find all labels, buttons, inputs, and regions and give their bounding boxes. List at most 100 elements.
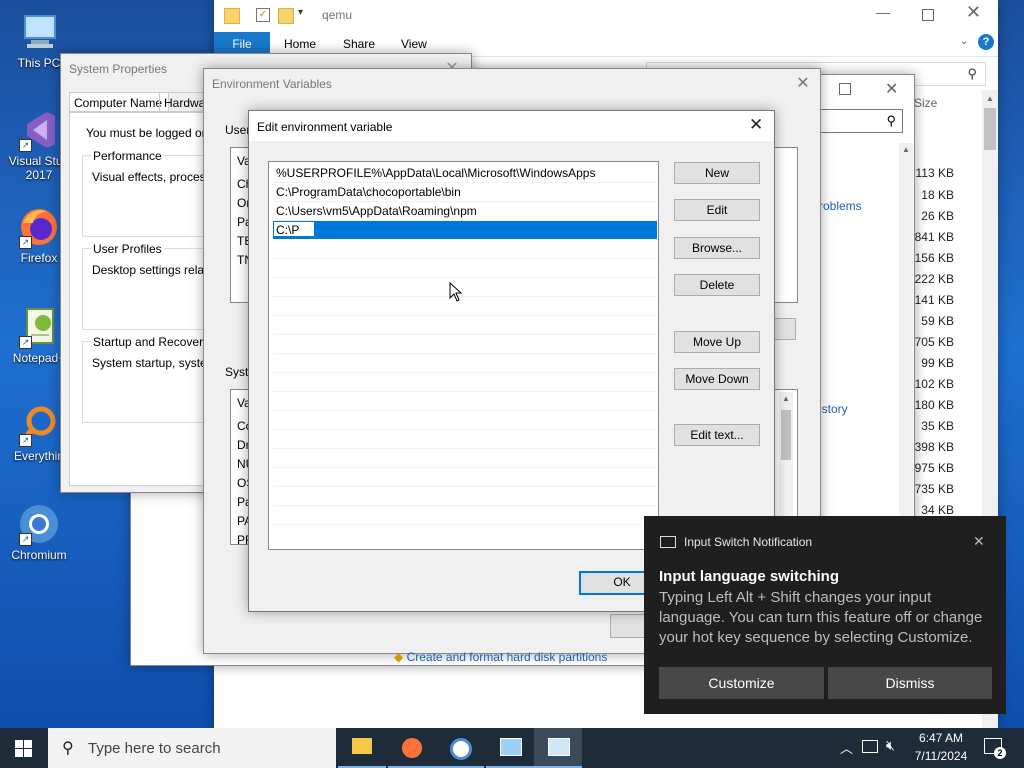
- maximize-icon[interactable]: [839, 83, 851, 95]
- move-up-button[interactable]: Move Up: [674, 331, 760, 353]
- new-button[interactable]: New: [674, 162, 760, 184]
- keyboard-icon: [660, 536, 676, 548]
- firefox-icon: ↗: [17, 205, 61, 249]
- row-divider: [273, 448, 657, 449]
- minimize-icon[interactable]: —: [876, 4, 890, 20]
- explorer-title: qemu: [322, 8, 353, 22]
- close-icon[interactable]: ✕: [885, 79, 898, 99]
- row-divider: [273, 372, 657, 373]
- row-divider: [273, 391, 657, 392]
- chevron-up-icon[interactable]: ︿: [840, 738, 853, 757]
- group-title: User Profiles: [91, 242, 164, 256]
- close-icon[interactable]: ✕: [788, 69, 818, 99]
- tab-home[interactable]: Home: [284, 37, 316, 51]
- system-variables-label: Syst: [225, 365, 249, 379]
- taskbar-search-box[interactable]: ⚲ Type here to search: [48, 728, 336, 768]
- scroll-thumb[interactable]: [781, 410, 791, 460]
- search-icon: ⚲: [967, 66, 977, 81]
- close-icon[interactable]: ✕: [973, 533, 985, 550]
- taskbar-control-panel[interactable]: [486, 728, 534, 768]
- taskbar-file-explorer[interactable]: [338, 728, 386, 768]
- list-item[interactable]: %USERPROFILE%\AppData\Local\Microsoft\Wi…: [273, 164, 657, 183]
- shortcut-arrow-icon: ↗: [19, 236, 32, 249]
- search-icon: ⚲: [62, 740, 74, 757]
- start-button[interactable]: [0, 728, 48, 768]
- entry-edit-input[interactable]: C:\P: [273, 221, 315, 237]
- tab-computer-name[interactable]: Computer Name: [69, 92, 169, 112]
- desktop-icon-chromium[interactable]: ↗ Chromium: [2, 502, 76, 562]
- scroll-up-icon[interactable]: ▲: [986, 94, 994, 103]
- maximize-icon[interactable]: [922, 9, 934, 21]
- selected-list-item[interactable]: C:\P: [273, 221, 657, 239]
- edit-button[interactable]: Edit: [674, 199, 760, 221]
- partition-link[interactable]: ◆ Create and format hard disk partitions: [394, 650, 607, 664]
- taskbar: ⚲ Type here to search ︿ 🔇︎ 6:47 AM 7/11/…: [0, 728, 1024, 768]
- quick-access-dropdown-icon[interactable]: ▾: [298, 7, 303, 18]
- computer-icon: [17, 10, 61, 54]
- mouse-cursor-icon: [449, 282, 463, 302]
- list-item[interactable]: C:\ProgramData\chocoportable\bin: [273, 183, 657, 202]
- group-description: Visual effects, processo: [92, 170, 219, 184]
- new-folder-icon[interactable]: [278, 8, 294, 24]
- search-box[interactable]: ⚲: [815, 109, 903, 133]
- group-title: Startup and Recovery: [91, 335, 212, 349]
- group-description: Desktop settings related: [92, 263, 221, 277]
- delete-button[interactable]: Delete: [674, 274, 760, 296]
- group-title: Performance: [91, 149, 164, 163]
- list-item[interactable]: C:\Users\vm5\AppData\Roaming\npm: [273, 202, 657, 221]
- taskbar-system-properties[interactable]: [534, 728, 582, 768]
- notification-source: Input Switch Notification: [684, 535, 813, 549]
- column-header-size[interactable]: Size: [914, 96, 937, 110]
- visual-studio-icon: ↗: [17, 108, 61, 152]
- row-divider: [273, 429, 657, 430]
- search-placeholder: Type here to search: [88, 740, 221, 757]
- chevron-down-icon[interactable]: ⌄: [960, 36, 968, 47]
- row-divider: [273, 524, 657, 525]
- customize-button[interactable]: Customize: [659, 667, 824, 699]
- notification-heading: Input language switching: [659, 568, 839, 585]
- shield-icon: ◆: [394, 650, 404, 664]
- properties-icon[interactable]: ✓: [256, 8, 270, 22]
- control-panel-icon: [500, 738, 522, 756]
- scroll-up-icon[interactable]: ▲: [902, 145, 910, 154]
- chromium-icon: [450, 738, 472, 760]
- row-divider: [273, 353, 657, 354]
- system-properties-icon: [548, 738, 570, 756]
- scroll-thumb[interactable]: [984, 108, 996, 150]
- partition-link-text: Create and format hard disk partitions: [406, 650, 608, 664]
- dismiss-button[interactable]: Dismiss: [828, 667, 992, 699]
- close-icon[interactable]: ✕: [749, 115, 763, 135]
- explorer-titlebar: ✓ ▾ qemu — ✕: [214, 0, 998, 32]
- tab-view[interactable]: View: [401, 37, 427, 51]
- path-entries-list[interactable]: %USERPROFILE%\AppData\Local\Microsoft\Wi…: [268, 161, 659, 550]
- clock-time[interactable]: 6:47 AM: [908, 731, 974, 745]
- close-icon[interactable]: ✕: [966, 2, 981, 23]
- move-down-button[interactable]: Move Down: [674, 368, 760, 390]
- browse-button[interactable]: Browse...: [674, 237, 760, 259]
- volume-muted-icon[interactable]: 🔇︎: [886, 737, 895, 754]
- link-problems[interactable]: roblems: [819, 199, 862, 213]
- shortcut-arrow-icon: ↗: [19, 336, 32, 349]
- link-history[interactable]: istory: [819, 402, 848, 416]
- clock-date[interactable]: 7/11/2024: [908, 749, 974, 763]
- notepad-icon: ↗: [17, 305, 61, 349]
- dialog-title: Edit environment variable: [257, 120, 393, 134]
- row-divider: [273, 296, 657, 297]
- network-icon[interactable]: [862, 740, 878, 753]
- notification-count-badge: 2: [994, 747, 1006, 759]
- row-divider: [273, 410, 657, 411]
- folder-icon: [224, 8, 240, 24]
- dialog-titlebar: Edit environment variable ✕: [249, 111, 774, 141]
- row-divider: [273, 315, 657, 316]
- taskbar-firefox[interactable]: [388, 728, 436, 768]
- windows-logo-icon: [15, 740, 32, 757]
- everything-icon: ↗: [17, 403, 61, 447]
- window-title: Environment Variables: [212, 77, 332, 91]
- input-switch-notification: Input Switch Notification ✕ Input langua…: [644, 516, 1006, 714]
- help-icon[interactable]: ?: [978, 34, 994, 50]
- taskbar-chromium[interactable]: [436, 728, 484, 768]
- firefox-icon: [402, 738, 422, 758]
- edit-text-button[interactable]: Edit text...: [674, 424, 760, 446]
- tab-share[interactable]: Share: [343, 37, 375, 51]
- scroll-up-icon[interactable]: ▲: [782, 394, 790, 403]
